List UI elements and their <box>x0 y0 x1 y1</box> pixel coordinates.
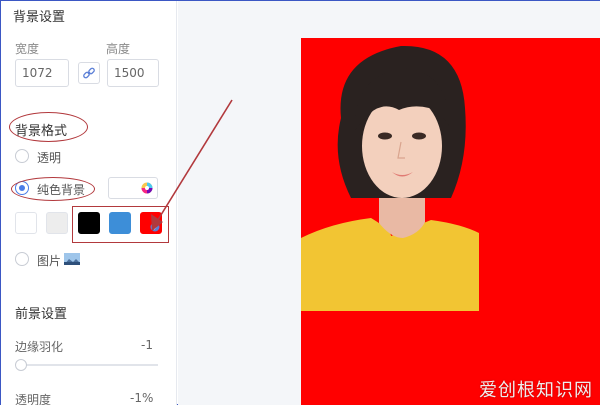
image-radio[interactable] <box>15 252 29 266</box>
portrait-photo <box>301 45 479 311</box>
photo-canvas[interactable] <box>301 38 600 405</box>
settings-panel: 背景设置 宽度 高度 1072 1500 背景格式 透明 纯色背景 图片 前景设… <box>1 1 177 405</box>
swatch-light-gray[interactable] <box>46 212 68 234</box>
width-input[interactable]: 1072 <box>15 59 69 87</box>
image-label: 图片 <box>37 254 62 268</box>
edge-feather-slider[interactable] <box>15 359 27 371</box>
color-picker-input[interactable] <box>108 177 158 199</box>
format-title-highlight <box>9 112 88 142</box>
edge-feather-track[interactable] <box>17 364 158 366</box>
color-wheel-icon <box>141 182 153 194</box>
swatch-white[interactable] <box>15 212 37 234</box>
watermark-text: 爱创根知识网 <box>479 380 593 401</box>
link-icon <box>83 67 95 79</box>
swatch-highlight-box <box>72 206 169 243</box>
edge-feather-value: -1 <box>141 338 153 352</box>
foreground-settings-title: 前景设置 <box>15 307 68 322</box>
opacity-value: -1% <box>130 391 154 405</box>
transparent-label: 透明 <box>37 151 62 165</box>
opacity-label: 透明度 <box>15 393 52 405</box>
image-thumbnail-icon[interactable] <box>64 253 80 265</box>
link-ratio-button[interactable] <box>78 62 100 84</box>
edge-feather-label: 边缘羽化 <box>15 340 64 354</box>
solid-bg-highlight <box>11 177 95 201</box>
width-label: 宽度 <box>15 42 40 56</box>
height-input[interactable]: 1500 <box>107 59 159 87</box>
height-label: 高度 <box>106 42 131 56</box>
background-settings-title: 背景设置 <box>13 10 66 25</box>
transparent-radio[interactable] <box>15 149 29 163</box>
